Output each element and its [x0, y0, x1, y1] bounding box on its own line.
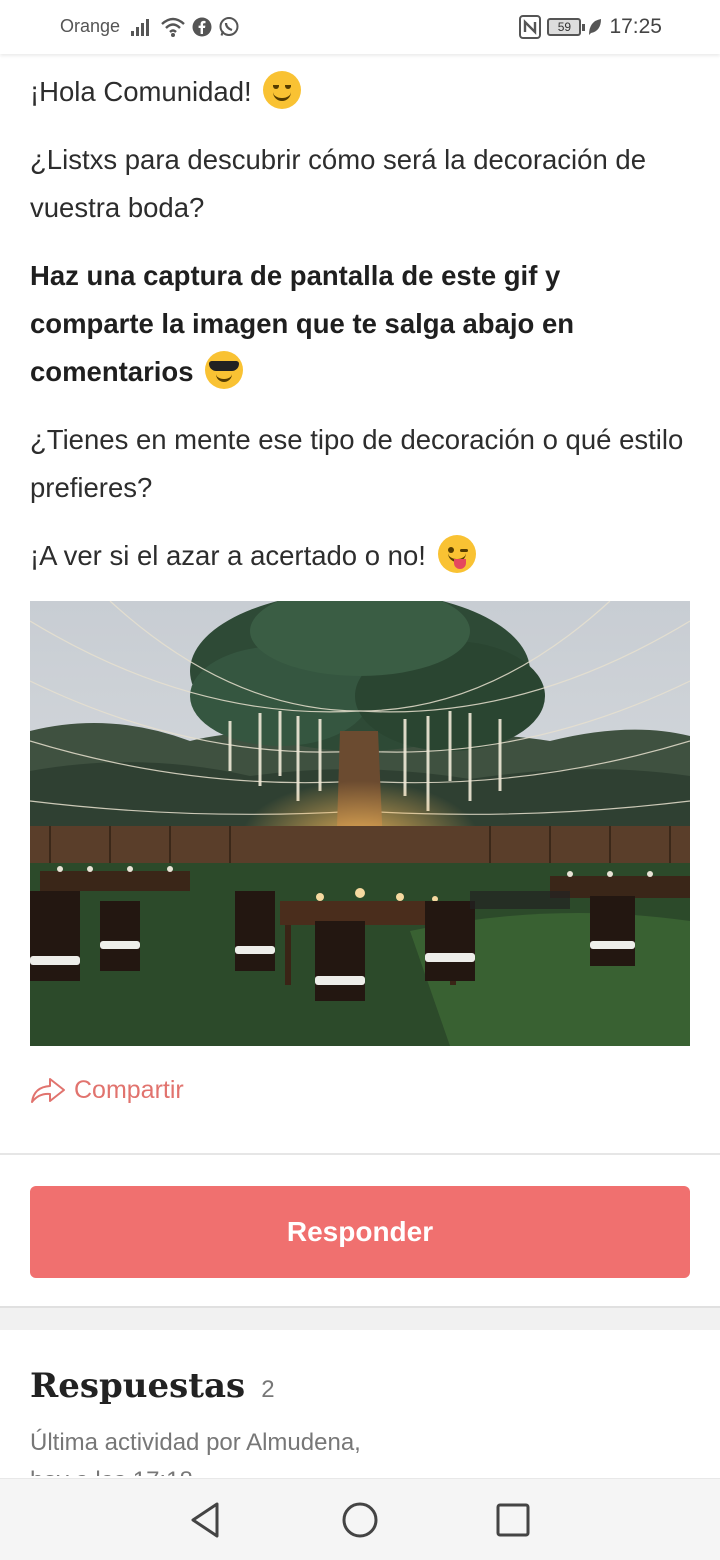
last-activity-text: Última actividad por Almudena,	[30, 1429, 361, 1456]
post-instruction: Haz una captura de pantalla de este gif …	[30, 252, 690, 396]
answers-title: Respuestas	[30, 1366, 246, 1406]
answers-header: Respuestas 2	[30, 1366, 275, 1406]
closing-text: ¡A ver si el azar a acertado o no!	[30, 540, 426, 571]
leaf-icon	[589, 19, 602, 35]
smiling-face-emoji-icon	[263, 71, 302, 109]
post-prompt: ¿Tienes en mente ese tipo de decoración …	[30, 424, 684, 503]
whatsapp-icon	[219, 17, 239, 36]
last-activity: Última actividad por Almudena, hoy a las…	[30, 1424, 630, 1476]
status-icons	[130, 14, 240, 40]
carrier-name: Orange	[60, 16, 121, 36]
status-bar: Orange 59 17:25	[0, 0, 720, 54]
post-question: ¿Listxs para descubrir cómo será la deco…	[30, 144, 646, 223]
sunglasses-emoji-icon	[205, 351, 244, 389]
facebook-icon	[192, 17, 212, 37]
back-triangle-icon[interactable]	[185, 1499, 227, 1541]
wedding-decoration-image[interactable]	[30, 601, 690, 1046]
signal-icon	[131, 19, 149, 36]
divider	[0, 1153, 720, 1155]
post-closing: ¡A ver si el azar a acertado o no!	[30, 532, 690, 580]
share-button[interactable]: Compartir	[30, 1073, 184, 1107]
home-circle-icon[interactable]	[339, 1499, 381, 1541]
post-greeting: ¡Hola Comunidad!	[30, 68, 690, 116]
last-activity-continuation: hoy a las 17:18	[30, 1462, 630, 1476]
status-right: 59 17:25	[519, 13, 662, 41]
recents-square-icon[interactable]	[492, 1499, 534, 1541]
wedding-scene-illustration	[30, 601, 690, 1046]
winking-tongue-emoji-icon	[437, 535, 476, 573]
instruction-text: Haz una captura de pantalla de este gif …	[30, 260, 575, 387]
section-separator	[0, 1306, 720, 1330]
reply-button[interactable]: Responder	[30, 1186, 690, 1278]
answers-count: 2	[261, 1376, 275, 1403]
greeting-text: ¡Hola Comunidad!	[30, 76, 252, 107]
share-label: Compartir	[74, 1075, 184, 1104]
post-body: ¡Hola Comunidad! ¿Listxs para descubrir …	[30, 54, 690, 580]
wifi-icon	[161, 17, 185, 37]
nfc-icon	[519, 15, 542, 39]
system-navigation-bar	[0, 1478, 720, 1560]
clock: 17:25	[609, 15, 662, 38]
share-arrow-icon	[31, 1078, 65, 1103]
battery-indicator: 59	[547, 18, 586, 36]
